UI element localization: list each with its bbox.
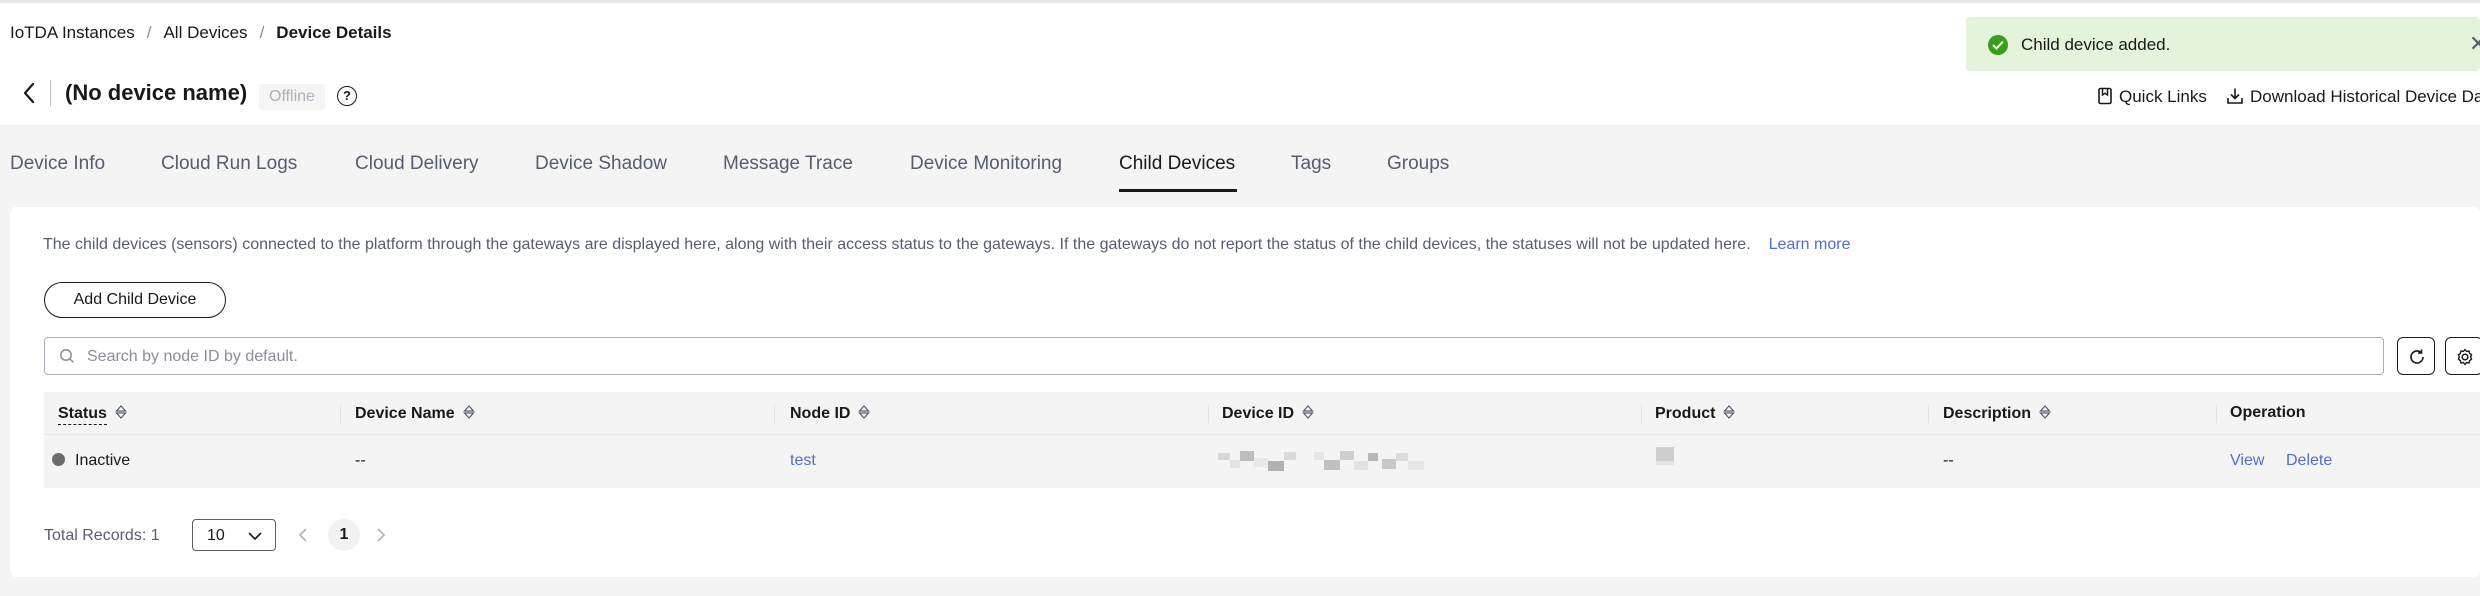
learn-more-link[interactable]: Learn more: [1769, 236, 1851, 253]
toast-message: Child device added.: [2021, 35, 2171, 54]
column-header-product[interactable]: Product: [1655, 404, 1736, 425]
column-header-device-id[interactable]: Device ID: [1222, 404, 1314, 425]
column-header-status[interactable]: Status: [58, 404, 127, 425]
column-header-description[interactable]: Description: [1943, 404, 2051, 425]
breadcrumb-current: Device Details: [276, 23, 392, 42]
download-history-button[interactable]: Download Historical Device Da: [2226, 87, 2480, 110]
refresh-icon: [2410, 349, 2424, 364]
breadcrumb: IoTDA Instances / All Devices / Device Detai…: [10, 23, 392, 43]
column-header-device-name[interactable]: Device Name: [355, 404, 475, 425]
refresh-button[interactable]: [2397, 337, 2435, 375]
column-divider: [1208, 405, 1209, 423]
column-divider: [340, 405, 341, 423]
tab-device-info[interactable]: Device Info: [10, 153, 105, 175]
sort-icon[interactable]: [2039, 404, 2051, 425]
tab-child-devices[interactable]: Child Devices: [1119, 153, 1235, 175]
quick-links-label: Quick Links: [2119, 87, 2207, 106]
tab-device-shadow[interactable]: Device Shadow: [535, 153, 667, 175]
help-circle-icon[interactable]: ?: [337, 86, 357, 106]
column-header-node-id[interactable]: Node ID: [790, 404, 871, 425]
sort-icon[interactable]: [1723, 404, 1736, 425]
column-divider: [774, 405, 775, 423]
page-title: (No device name): [65, 80, 248, 105]
page-number-current[interactable]: 1: [328, 519, 360, 551]
column-divider: [1928, 405, 1929, 423]
status-dot-icon: [52, 453, 65, 466]
table-header: Status Device Name Node ID Device ID Pro…: [44, 392, 2480, 434]
breadcrumb-separator: /: [259, 23, 265, 42]
node-id-link[interactable]: test: [790, 452, 816, 470]
sort-icon[interactable]: [462, 404, 475, 425]
download-label: Download Historical Device Da: [2250, 87, 2480, 106]
tab-cloud-delivery[interactable]: Cloud Delivery: [355, 153, 479, 175]
page-size-value: 10: [207, 527, 225, 544]
tab-tags[interactable]: Tags: [1291, 153, 1331, 175]
view-link[interactable]: View: [2230, 452, 2264, 470]
gear-icon: [2457, 348, 2473, 366]
total-records: Total Records: 1: [44, 527, 160, 544]
breadcrumb-all-devices[interactable]: All Devices: [163, 23, 247, 42]
tab-cloud-run-logs[interactable]: Cloud Run Logs: [161, 153, 297, 175]
device-id-masked: [1218, 449, 1448, 480]
active-tab-indicator: [1119, 189, 1237, 192]
search-box: [44, 337, 2384, 375]
description-cell: --: [1943, 452, 1954, 469]
close-icon[interactable]: ✕: [2469, 31, 2480, 57]
page-header: IoTDA Instances / All Devices / Device Detai…: [0, 0, 2480, 125]
child-devices-description: The child devices (sensors) connected to…: [43, 236, 1850, 254]
page-size-select[interactable]: 10: [192, 519, 276, 551]
device-tabs: Device Info Cloud Run Logs Cloud Deliver…: [0, 125, 2480, 197]
status-cell: Inactive: [52, 452, 130, 470]
breadcrumb-iotda-instances[interactable]: IoTDA Instances: [10, 23, 135, 42]
device-name-cell: --: [355, 452, 366, 469]
table-row: Inactive -- test -- View Delete: [44, 434, 2480, 488]
title-divider: [50, 80, 51, 106]
tab-message-trace[interactable]: Message Trace: [723, 153, 853, 175]
success-toast: Child device added. ✕: [1966, 17, 2480, 71]
previous-page-icon[interactable]: [297, 526, 309, 549]
settings-button[interactable]: [2445, 337, 2480, 375]
search-input[interactable]: [85, 339, 2369, 375]
add-child-device-button[interactable]: Add Child Device: [44, 282, 226, 318]
device-status-badge: Offline: [259, 84, 325, 110]
delete-link[interactable]: Delete: [2286, 452, 2332, 470]
child-devices-panel: The child devices (sensors) connected to…: [10, 207, 2480, 577]
tab-groups[interactable]: Groups: [1387, 153, 1449, 175]
tab-device-monitoring[interactable]: Device Monitoring: [910, 153, 1062, 175]
search-icon: [59, 348, 75, 369]
chevron-down-icon: [248, 532, 262, 541]
quick-links-button[interactable]: Quick Links: [2097, 87, 2207, 110]
sort-icon[interactable]: [115, 404, 127, 425]
column-divider: [1641, 405, 1642, 423]
back-arrow-icon[interactable]: [18, 80, 40, 106]
bookmark-icon: [2097, 87, 2113, 110]
column-header-operation: Operation: [2230, 404, 2306, 421]
description-text: The child devices (sensors) connected to…: [43, 236, 1751, 253]
sort-icon[interactable]: [1302, 404, 1314, 425]
download-icon: [2226, 87, 2244, 110]
product-masked: [1654, 445, 1676, 474]
next-page-icon[interactable]: [375, 526, 387, 549]
check-circle-icon: [1988, 35, 2008, 55]
column-divider: [2216, 405, 2217, 423]
sort-icon[interactable]: [858, 404, 871, 425]
breadcrumb-separator: /: [146, 23, 152, 42]
